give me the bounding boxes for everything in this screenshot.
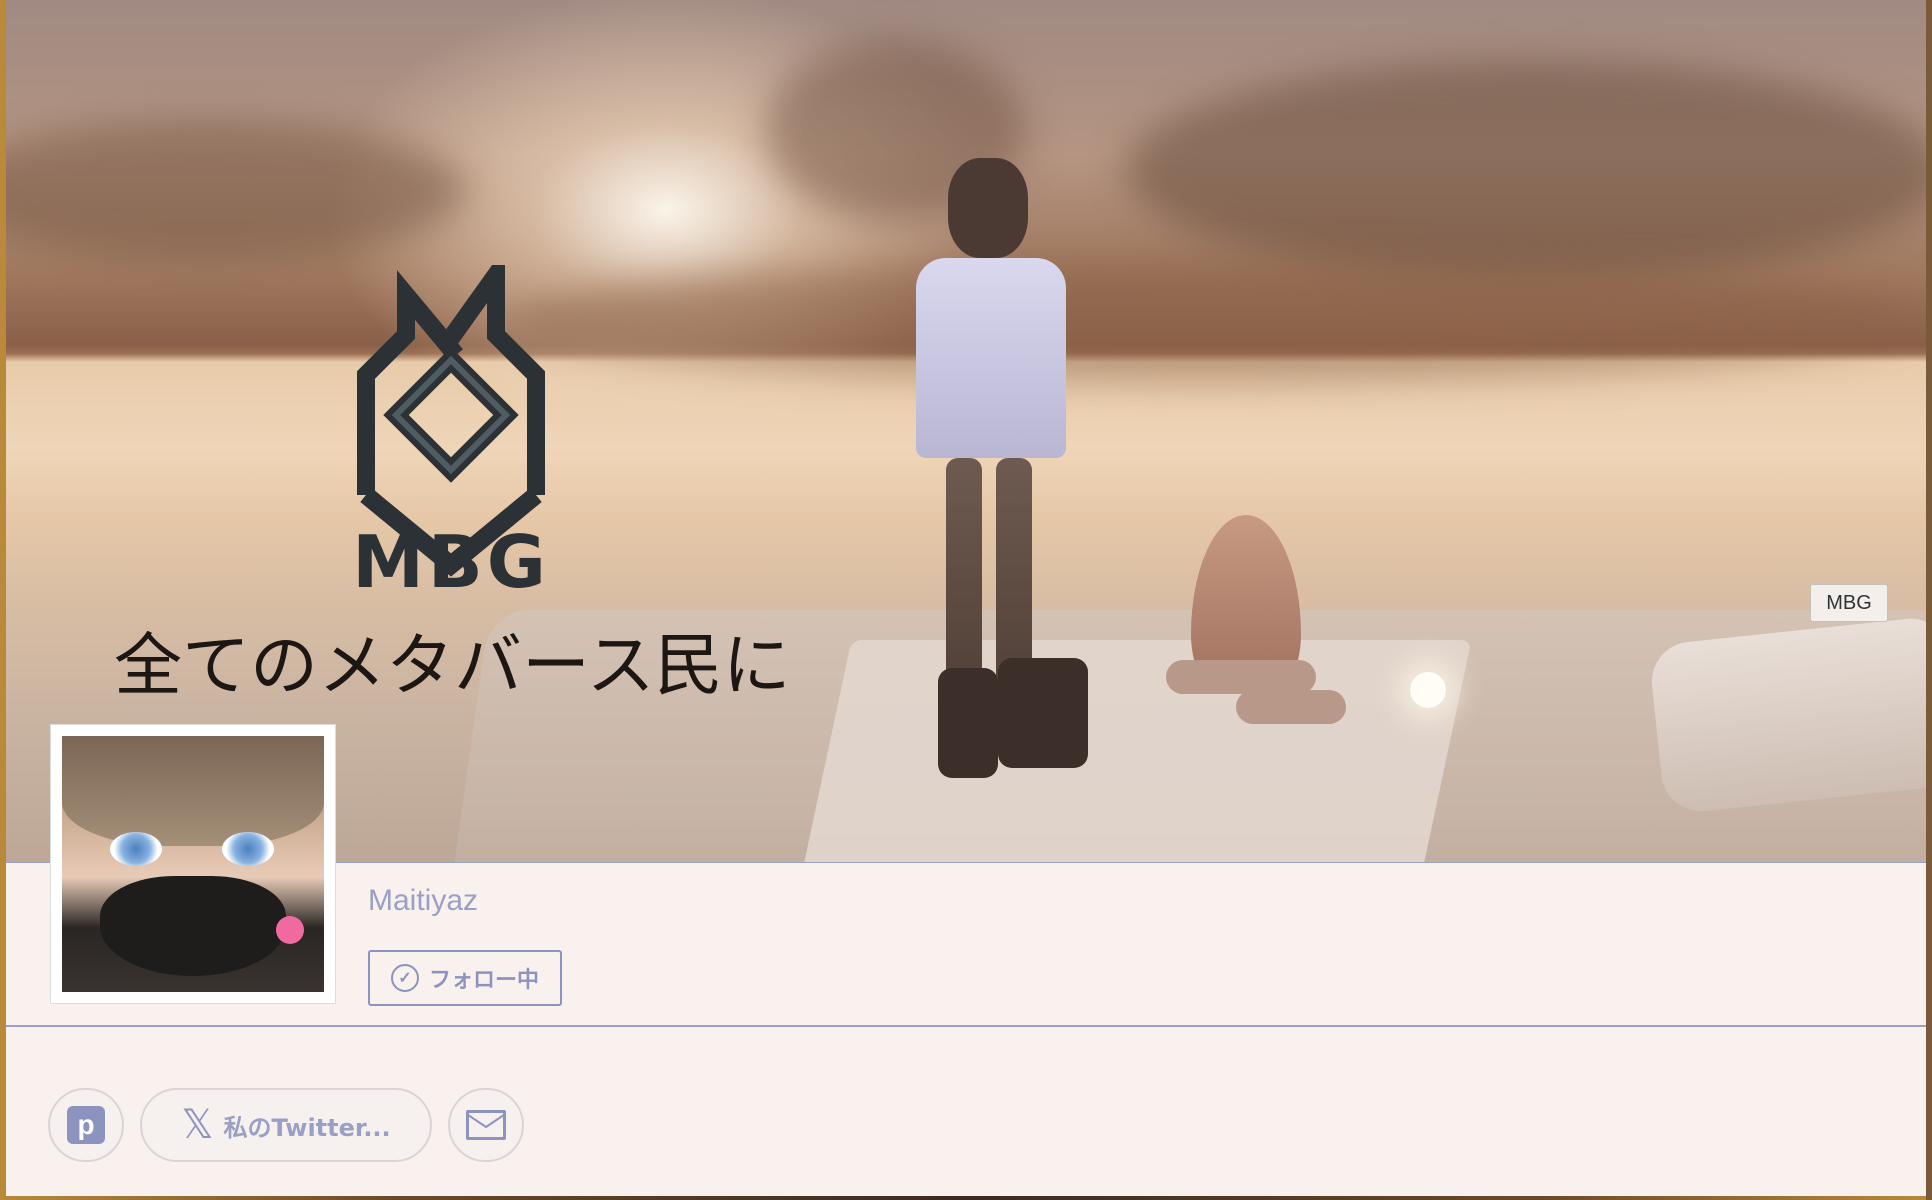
- window-edge: [1926, 0, 1932, 1200]
- banner-badge[interactable]: MBG: [1810, 584, 1888, 622]
- check-circle-icon: ✓: [390, 964, 419, 992]
- username: Maitiyaz: [368, 884, 479, 917]
- follow-button-label: フォロー中: [428, 967, 539, 992]
- pixiv-icon: p: [67, 1106, 105, 1144]
- mail-link-button[interactable]: [448, 1088, 524, 1162]
- twitter-link-button[interactable]: 𝕏 私のTwitter...: [140, 1088, 432, 1162]
- pixiv-link-button[interactable]: p: [48, 1088, 124, 1162]
- profile-divider: [6, 1025, 1926, 1027]
- banner-tagline: 全てのメタバース民に: [114, 627, 791, 706]
- mail-icon: [466, 1110, 506, 1140]
- avatar-character: [906, 158, 1088, 778]
- twitter-link-label: 私のTwitter...: [223, 1113, 391, 1142]
- avatar[interactable]: [62, 736, 324, 992]
- rug: [800, 640, 1472, 862]
- x-icon: 𝕏: [181, 1102, 214, 1148]
- follow-button[interactable]: ✓ フォロー中: [368, 950, 562, 1006]
- profile-window: MBG 全てのメタバース民に MBG Maitiyaz ✓ フォロー中 p 𝕏 …: [6, 0, 1926, 1196]
- sofa: [1647, 614, 1926, 816]
- logo-text: MBG: [352, 520, 550, 604]
- lamp: [1410, 672, 1446, 708]
